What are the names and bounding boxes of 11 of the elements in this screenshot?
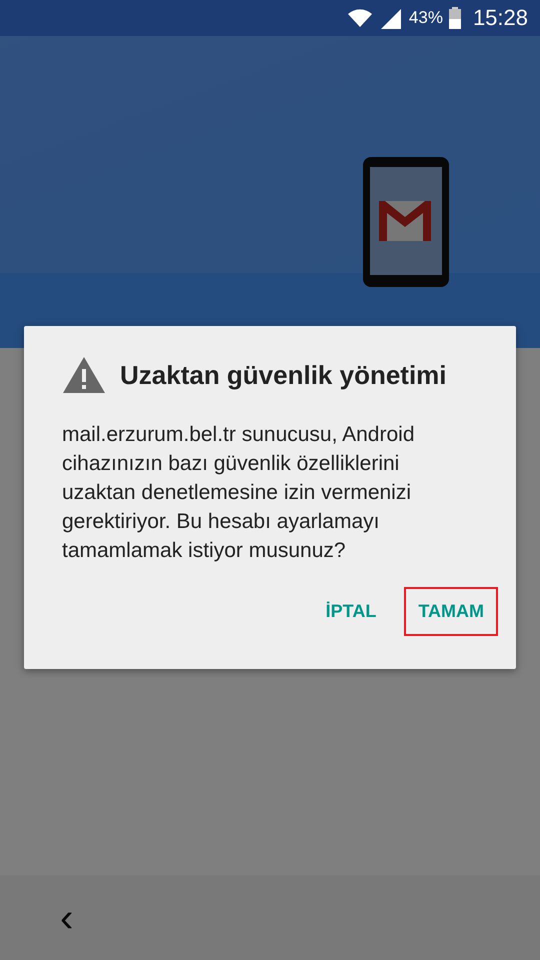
wifi-icon — [346, 7, 373, 29]
dialog-button[interactable]: TAMAM — [404, 587, 498, 636]
dialog-button[interactable]: İPTAL — [312, 587, 390, 636]
clock: 15:28 — [472, 5, 528, 31]
back-button[interactable]: ‹ — [56, 898, 78, 938]
signal-icon — [378, 7, 403, 29]
battery-level: 43% — [408, 8, 443, 28]
warning-icon — [62, 356, 106, 394]
dialog-message: mail.erzurum.bel.tr sunucusu, Android cihazınızın bazı güvenlik özelliklerini uzaktan denetlemesine izin vermenizi gerektiriyor. Bu hesabı ayarlamayı tamamlamak istiyor musunuz? — [62, 422, 416, 564]
dialog-title: Uzaktan güvenlik yönetimi — [120, 360, 447, 390]
battery-icon — [448, 7, 461, 29]
